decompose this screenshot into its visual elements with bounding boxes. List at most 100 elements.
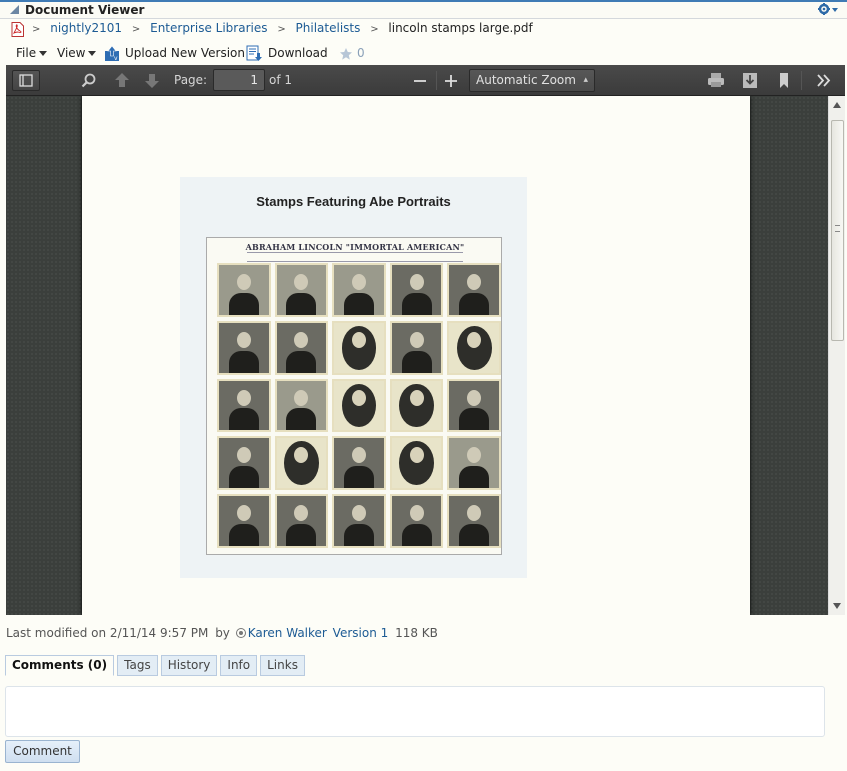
stamp-sheet: ABRAHAM LINCOLN "IMMORTAL AMERICAN"	[206, 237, 502, 555]
scrollbar-thumb[interactable]	[831, 120, 844, 341]
stamp-portrait	[447, 494, 501, 548]
tab-links[interactable]: Links	[260, 655, 305, 676]
document-menubar: File View v Upload New Version Download …	[0, 43, 847, 65]
breadcrumb-separator: >	[131, 24, 141, 35]
svg-text:v: v	[114, 55, 118, 61]
breadcrumb-separator: >	[32, 24, 41, 35]
toolbar-divider	[801, 71, 802, 90]
comment-button[interactable]: Comment	[5, 740, 80, 763]
upload-new-version-button[interactable]: Upload New Version	[125, 46, 245, 60]
save-download-icon[interactable]	[738, 70, 762, 91]
stamp-portrait	[274, 436, 329, 491]
stamp-portrait	[217, 320, 271, 375]
stamp-portrait	[217, 436, 271, 491]
stamp-portrait	[217, 378, 271, 433]
breadcrumb: > nightly2101 > Enterprise Libraries > P…	[0, 20, 847, 38]
version-link[interactable]: Version 1	[333, 626, 389, 640]
stamp-portrait	[389, 378, 444, 433]
pdf-toolbar: Page: 1 of 1 Automatic Zoom ▴▾	[6, 65, 845, 106]
vertical-scrollbar[interactable]	[828, 96, 845, 615]
scroll-up-arrow-icon[interactable]	[833, 102, 841, 108]
tab-history[interactable]: History	[160, 655, 218, 676]
tools-menu-icon[interactable]	[812, 70, 836, 91]
page-number-input[interactable]: 1	[213, 69, 265, 91]
breadcrumb-separator: >	[277, 24, 286, 35]
grip-icon	[835, 225, 840, 232]
breadcrumb-separator: >	[370, 24, 379, 35]
previous-page-icon[interactable]	[110, 70, 134, 91]
chevron-down-icon	[88, 51, 97, 56]
user-presence-icon	[235, 628, 246, 638]
tab-tags[interactable]: Tags	[117, 655, 158, 676]
author-link[interactable]: Karen Walker	[248, 626, 327, 640]
comment-input[interactable]	[5, 686, 825, 737]
stamp-sheet-image: Stamps Featuring Abe Portraits ABRAHAM L…	[180, 177, 527, 578]
toggle-sidebar-button[interactable]	[12, 70, 40, 91]
zoom-out-icon[interactable]	[408, 70, 432, 91]
file-size: 118 KB	[395, 626, 438, 640]
collapse-triangle-icon[interactable]	[10, 5, 19, 14]
download-button[interactable]: Download	[268, 46, 328, 60]
stamp-portrait	[447, 320, 501, 375]
breadcrumb-current-file: lincoln stamps large.pdf	[388, 21, 533, 35]
stamp-portrait	[274, 378, 329, 433]
stamp-portrait	[389, 320, 444, 375]
panel-header: Document Viewer	[0, 0, 847, 19]
breadcrumb-link-enterprise-libraries[interactable]: Enterprise Libraries	[150, 21, 267, 35]
stamp-portrait	[332, 378, 386, 433]
document-title: Stamps Featuring Abe Portraits	[256, 194, 451, 209]
view-menu[interactable]: View	[57, 46, 97, 60]
stamp-portrait	[332, 494, 386, 548]
stamp-grid	[217, 263, 501, 548]
document-meta: Last modified on 2/11/14 9:57 PM by Kare…	[6, 626, 438, 640]
stamp-portrait	[274, 494, 329, 548]
view-menu-label: View	[57, 46, 86, 60]
search-icon[interactable]	[77, 70, 101, 91]
pdf-file-icon	[11, 22, 24, 37]
print-icon[interactable]	[704, 70, 728, 91]
download-icon	[246, 45, 262, 61]
stamp-portrait	[217, 494, 271, 548]
favorites-count: 0	[357, 46, 365, 60]
file-menu-label: File	[16, 46, 37, 60]
upload-icon: v	[105, 45, 119, 61]
breadcrumb-link-philatelists[interactable]: Philatelists	[296, 21, 361, 35]
stamp-portrait	[447, 436, 501, 491]
stamp-portrait	[389, 494, 444, 548]
by-text: by	[215, 626, 230, 640]
stamp-portrait	[332, 263, 386, 317]
tab-comments[interactable]: Comments (0)	[5, 655, 115, 676]
bookmark-icon[interactable]	[772, 70, 796, 91]
header-rule	[247, 252, 463, 262]
detail-tabs: Comments (0) Tags History Info Links	[5, 655, 306, 676]
stamp-portrait	[332, 436, 386, 491]
stamp-portrait	[274, 263, 329, 317]
page-count: of 1	[269, 73, 293, 87]
next-page-icon[interactable]	[140, 70, 164, 91]
file-menu[interactable]: File	[16, 46, 48, 60]
sidebar-icon	[19, 74, 33, 87]
panel-title: Document Viewer	[25, 3, 145, 17]
stamp-portrait	[217, 263, 271, 317]
scroll-down-arrow-icon[interactable]	[833, 603, 841, 609]
stamp-portrait	[447, 378, 501, 433]
stamp-portrait	[389, 263, 444, 317]
zoom-select[interactable]: Automatic Zoom ▴▾	[469, 69, 595, 106]
page-label: Page:	[174, 73, 208, 87]
tab-info[interactable]: Info	[220, 655, 258, 676]
zoom-select-value: Automatic Zoom	[476, 73, 576, 87]
pdf-viewer-area[interactable]: Stamps Featuring Abe Portraits ABRAHAM L…	[6, 96, 828, 615]
gear-icon[interactable]	[817, 2, 839, 18]
stamp-portrait	[389, 436, 444, 491]
zoom-in-icon[interactable]	[439, 70, 463, 91]
stamp-portrait	[274, 320, 329, 375]
chevron-down-icon	[39, 51, 48, 56]
stamp-sheet-header: ABRAHAM LINCOLN "IMMORTAL AMERICAN"	[245, 242, 465, 252]
pdf-page: Stamps Featuring Abe Portraits ABRAHAM L…	[82, 96, 750, 615]
stamp-portrait	[447, 263, 501, 317]
stamp-portrait	[332, 320, 386, 375]
toolbar-divider	[436, 71, 437, 90]
last-modified-text: Last modified on 2/11/14 9:57 PM	[6, 626, 209, 640]
star-icon[interactable]	[339, 47, 353, 61]
breadcrumb-link-nightly2101[interactable]: nightly2101	[50, 21, 122, 35]
